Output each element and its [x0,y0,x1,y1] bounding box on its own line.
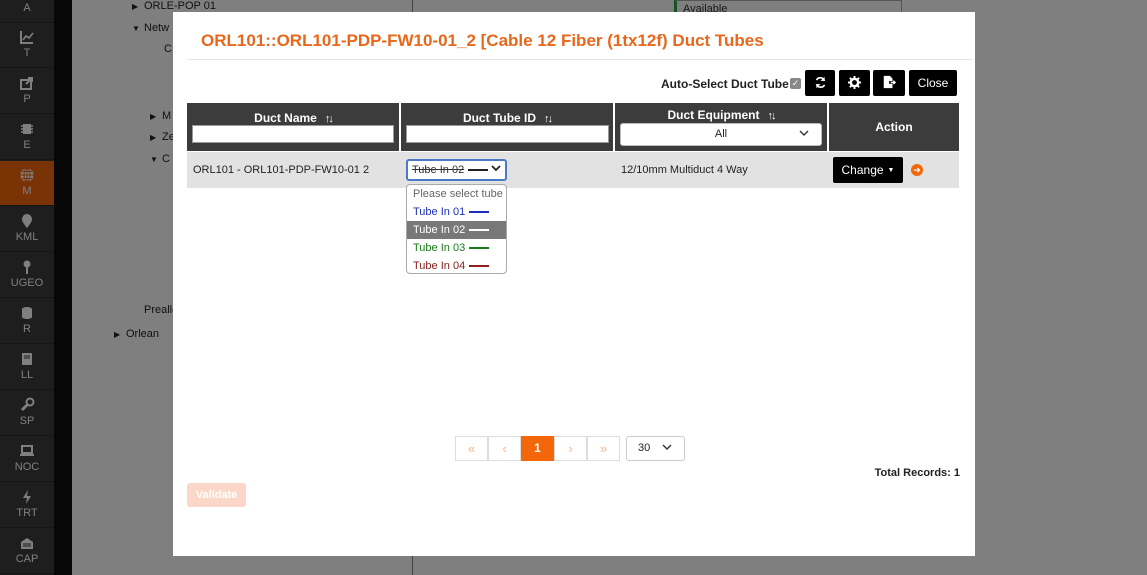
refresh-button[interactable] [805,70,835,96]
export-icon [882,75,897,90]
color-swatch [469,211,490,214]
page-button[interactable]: 1 [521,436,554,461]
dropdown-placeholder[interactable]: Please select tube [407,185,506,203]
color-swatch [469,229,490,232]
duct-name-cell: ORL101 - ORL101-PDP-FW10-01 2 [193,164,370,176]
change-button[interactable]: Change ▼ [833,157,903,183]
refresh-icon [814,75,827,90]
tube-dropdown-list: Please select tube Tube In 01 Tube In 02… [406,184,507,274]
color-swatch [469,265,490,268]
duct-tube-id-filter[interactable] [406,125,609,143]
column-duct-tube-id[interactable]: Duct Tube ID ↑↓ [401,103,613,151]
arrow-right-icon[interactable]: ➜ [911,164,923,176]
caret-down-icon: ▼ [887,167,895,174]
gear-icon [848,75,861,90]
duct-name-filter[interactable] [192,125,394,143]
column-action: Action [829,103,959,151]
column-duct-name[interactable]: Duct Name ↑↓ [187,103,399,151]
validate-button[interactable]: Validate [187,483,246,507]
chevron-down-icon [799,124,809,145]
modal-title: ORL101::ORL101-PDP-FW10-01_2 [Cable 12 F… [201,31,764,50]
tube-option[interactable]: Tube In 03 [407,239,506,257]
sort-icon[interactable]: ↑↓ [768,110,777,122]
tube-option[interactable]: Tube In 04 [407,257,506,273]
close-button[interactable]: Close [909,70,957,96]
table-row: ORL101 - ORL101-PDP-FW10-01 2 Tube In 02… [187,152,959,188]
tube-option[interactable]: Tube In 01 [407,203,506,221]
sort-icon[interactable]: ↑↓ [325,113,334,125]
last-page-button[interactable]: » [587,436,620,461]
prev-page-button[interactable]: ‹ [488,436,521,461]
chevron-down-icon [662,437,672,460]
auto-select-checkbox[interactable]: ✓ [790,78,801,89]
duct-tube-select[interactable]: Tube In 02 [406,159,507,181]
column-duct-equipment[interactable]: Duct Equipment ↑↓ All [615,103,827,151]
next-page-button[interactable]: › [554,436,587,461]
sort-icon[interactable]: ↑↓ [544,113,553,125]
first-page-button[interactable]: « [455,436,488,461]
settings-button[interactable] [839,70,870,96]
title-divider [187,59,973,60]
export-button[interactable] [873,70,905,96]
color-swatch [468,169,489,172]
duct-equipment-filter[interactable]: All [620,123,822,146]
duct-tubes-modal: ORL101::ORL101-PDP-FW10-01_2 [Cable 12 F… [173,12,975,556]
total-records: Total Records: 1 [874,467,960,479]
chevron-down-icon [491,161,501,179]
auto-select-label: Auto-Select Duct Tube ? [661,77,800,91]
color-swatch [469,247,490,250]
per-page-select[interactable]: 30 [626,436,685,461]
tube-option[interactable]: Tube In 02 [407,221,506,239]
duct-equipment-cell: 12/10mm Multiduct 4 Way [621,164,748,176]
